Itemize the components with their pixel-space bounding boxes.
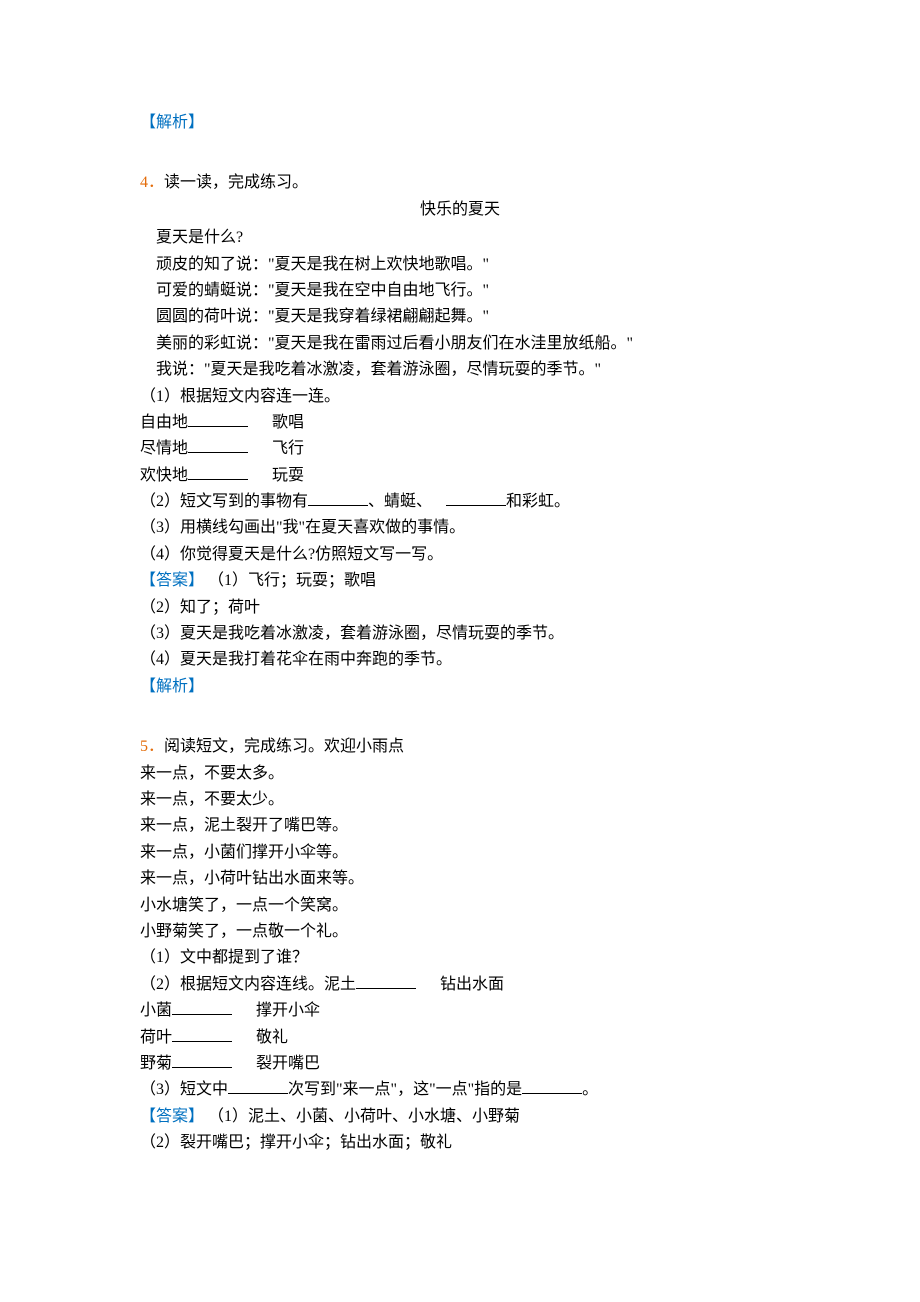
poem-line: 来一点，小菌们撑开小伞等。 xyxy=(140,840,780,866)
match-right: 玩耍 xyxy=(272,467,304,484)
match-right: 撑开小伞 xyxy=(256,1002,320,1019)
subquestion-3: （3）用横线勾画出"我"在夏天喜欢做的事情。 xyxy=(140,515,780,541)
answer-line: （3）夏天是我吃着冰激凌，套着游泳圈，尽情玩耍的季节。 xyxy=(140,621,780,647)
page-content: 【解析】 4．读一读，完成练习。 快乐的夏天 夏天是什么? 顽皮的知了说："夏天… xyxy=(0,0,920,1236)
answer-line: 【答案】 （1）飞行；玩耍；歌唱 xyxy=(140,568,780,594)
text: 。 xyxy=(582,1081,598,1098)
match-row: 小菌 撑开小伞 xyxy=(140,998,780,1024)
poem-line: 小野菊笑了，一点敬一个礼。 xyxy=(140,919,780,945)
match-right: 歌唱 xyxy=(272,414,304,431)
answer-line: （2）裂开嘴巴；撑开小伞；钻出水面；敬礼 xyxy=(140,1130,780,1156)
spacer xyxy=(140,136,780,170)
text: 和彩虹。 xyxy=(506,493,570,510)
question-number: 5． xyxy=(140,738,164,755)
prompt-text: 阅读短文，完成练习。欢迎小雨点 xyxy=(164,738,404,755)
match-row: 自由地 歌唱 xyxy=(140,410,780,436)
match-left: 小菌 xyxy=(140,1002,172,1019)
subquestion-4: （4）你觉得夏天是什么?仿照短文写一写。 xyxy=(140,542,780,568)
passage-line: 我说："夏天是我吃着冰激凌，套着游泳圈，尽情玩耍的季节。" xyxy=(140,357,780,383)
match-left: 野菊 xyxy=(140,1055,172,1072)
match-row: 欢快地 玩耍 xyxy=(140,463,780,489)
match-left: 欢快地 xyxy=(140,467,188,484)
match-left: 尽情地 xyxy=(140,440,188,457)
text: （2）短文写到的事物有 xyxy=(140,493,308,510)
poem-line: 来一点，不要太多。 xyxy=(140,761,780,787)
analysis-label: 【解析】 xyxy=(140,674,780,700)
answer-line: 【答案】 （1）泥土、小菌、小荷叶、小水塘、小野菊 xyxy=(140,1104,780,1130)
fill-blank[interactable] xyxy=(188,463,248,480)
answer-text: （1）泥土、小菌、小荷叶、小水塘、小野菊 xyxy=(204,1108,520,1125)
fill-blank[interactable] xyxy=(522,1077,582,1094)
fill-blank[interactable] xyxy=(356,972,416,989)
match-row: 尽情地 飞行 xyxy=(140,436,780,462)
match-row: 野菊 裂开嘴巴 xyxy=(140,1051,780,1077)
subquestion-2: （2）短文写到的事物有 、蜻蜓、 和彩虹。 xyxy=(140,489,780,515)
question-4-prompt: 4．读一读，完成练习。 xyxy=(140,170,780,196)
fill-blank[interactable] xyxy=(172,998,232,1015)
text: （3）短文中 xyxy=(140,1081,228,1098)
answer-text: （1）飞行；玩耍；歌唱 xyxy=(204,572,376,589)
text: 次写到"来一点"，这"一点"指的是 xyxy=(288,1081,522,1098)
question-number: 4． xyxy=(140,174,164,191)
poem-line: 小水塘笑了，一点一个笑窝。 xyxy=(140,893,780,919)
poem-line: 来一点，泥土裂开了嘴巴等。 xyxy=(140,813,780,839)
fill-blank[interactable] xyxy=(188,436,248,453)
match-right: 飞行 xyxy=(272,440,304,457)
passage-line: 圆圆的荷叶说："夏天是我穿着绿裙翩翩起舞。" xyxy=(140,304,780,330)
fill-blank[interactable] xyxy=(308,489,368,506)
poem-line: 来一点，小荷叶钻出水面来等。 xyxy=(140,866,780,892)
subquestion-1: （1）文中都提到了谁？ xyxy=(140,945,780,971)
fill-blank[interactable] xyxy=(446,489,506,506)
match-left: 荷叶 xyxy=(140,1029,172,1046)
analysis-label: 【解析】 xyxy=(140,110,780,136)
answer-label: 【答案】 xyxy=(140,572,204,589)
fill-blank[interactable] xyxy=(172,1051,232,1068)
passage-title: 快乐的夏天 xyxy=(140,197,780,223)
spacer xyxy=(140,700,780,734)
answer-line: （4）夏天是我打着花伞在雨中奔跑的季节。 xyxy=(140,647,780,673)
match-right: 钻出水面 xyxy=(440,976,504,993)
subquestion-1: （1）根据短文内容连一连。 xyxy=(140,384,780,410)
fill-blank[interactable] xyxy=(228,1077,288,1094)
fill-blank[interactable] xyxy=(188,410,248,427)
text: 、蜻蜓、 xyxy=(368,493,432,510)
subquestion-3: （3）短文中 次写到"来一点"，这"一点"指的是 。 xyxy=(140,1077,780,1103)
passage-line: 可爱的蜻蜓说："夏天是我在空中自由地飞行。" xyxy=(140,278,780,304)
match-left: 自由地 xyxy=(140,414,188,431)
passage-line: 顽皮的知了说："夏天是我在树上欢快地歌唱。" xyxy=(140,252,780,278)
fill-blank[interactable] xyxy=(172,1025,232,1042)
match-right: 裂开嘴巴 xyxy=(256,1055,320,1072)
match-row: 荷叶 敬礼 xyxy=(140,1025,780,1051)
answer-line: （2）知了；荷叶 xyxy=(140,595,780,621)
prompt-text: 读一读，完成练习。 xyxy=(164,174,308,191)
poem-line: 来一点，不要太少。 xyxy=(140,787,780,813)
text: （2）根据短文内容连线。泥土 xyxy=(140,976,356,993)
question-5-prompt: 5．阅读短文，完成练习。欢迎小雨点 xyxy=(140,734,780,760)
answer-label: 【答案】 xyxy=(140,1108,204,1125)
passage-line: 夏天是什么? xyxy=(140,225,780,251)
passage-line: 美丽的彩虹说："夏天是我在雷雨过后看小朋友们在水洼里放纸船。" xyxy=(140,331,780,357)
subquestion-2: （2）根据短文内容连线。泥土 钻出水面 xyxy=(140,972,780,998)
match-right: 敬礼 xyxy=(256,1029,288,1046)
